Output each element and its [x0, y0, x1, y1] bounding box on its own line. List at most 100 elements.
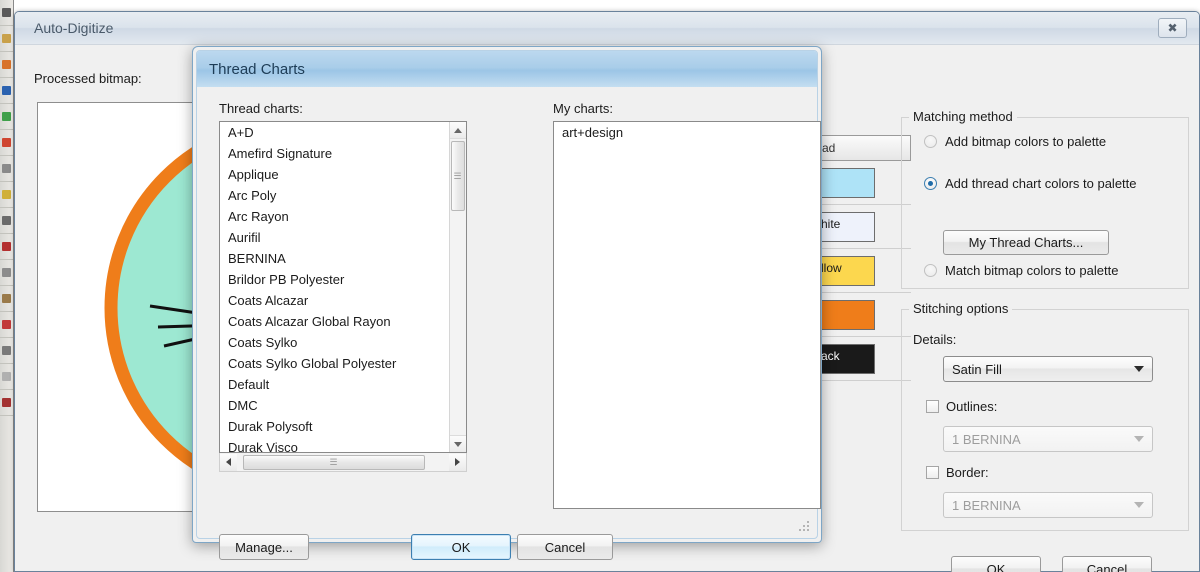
- palette-row[interactable]: llow: [815, 249, 911, 293]
- toolbar-icon[interactable]: [0, 52, 13, 78]
- list-item[interactable]: Amefird Signature: [220, 143, 466, 164]
- list-item[interactable]: Arc Rayon: [220, 206, 466, 227]
- color-swatch[interactable]: [819, 167, 875, 198]
- dialog-title: Thread Charts: [209, 60, 305, 78]
- color-palette: ad hite llow ack: [815, 135, 911, 381]
- toolbar-icon[interactable]: [0, 26, 13, 52]
- radio-label: Add bitmap colors to palette: [945, 134, 1107, 149]
- list-item[interactable]: BERNINA: [220, 248, 466, 269]
- chevron-down-icon[interactable]: [1134, 502, 1144, 508]
- list-item[interactable]: Brildor PB Polyester: [220, 269, 466, 290]
- palette-row[interactable]: [815, 293, 911, 337]
- border-checkbox-row[interactable]: Border:: [926, 465, 989, 480]
- list-item[interactable]: Coats Alcazar: [220, 290, 466, 311]
- scroll-left-icon[interactable]: [220, 453, 237, 471]
- list-item[interactable]: Coats Sylko: [220, 332, 466, 353]
- list-item[interactable]: Applique: [220, 164, 466, 185]
- radio-add-bitmap-colors[interactable]: Add bitmap colors to palette: [924, 134, 1106, 149]
- window-title: Auto-Digitize: [34, 20, 114, 36]
- radio-icon[interactable]: [924, 135, 937, 148]
- toolbar-icon[interactable]: [0, 260, 13, 286]
- thread-charts-cancel-button[interactable]: Cancel: [517, 534, 613, 560]
- horizontal-scrollbar[interactable]: ☰: [219, 453, 467, 472]
- list-item[interactable]: Durak Visco: [220, 437, 466, 452]
- palette-row[interactable]: [815, 161, 911, 205]
- thread-charts-list[interactable]: A+D Amefird Signature Applique Arc Poly …: [219, 121, 467, 453]
- border-value: 1 BERNINA: [952, 497, 1021, 513]
- outlines-label: Outlines:: [946, 399, 998, 414]
- toolbar-icon[interactable]: [0, 78, 13, 104]
- list-item[interactable]: DMC: [220, 395, 466, 416]
- toolbar-icon[interactable]: [0, 234, 13, 260]
- radio-label: Add thread chart colors to palette: [945, 176, 1137, 191]
- chevron-down-icon[interactable]: [1134, 366, 1144, 372]
- radio-match-bitmap-colors[interactable]: Match bitmap colors to palette: [924, 263, 1118, 278]
- checkbox-icon[interactable]: [926, 466, 939, 479]
- my-charts-label: My charts:: [553, 101, 613, 116]
- list-item[interactable]: Coats Sylko Global Polyester: [220, 353, 466, 374]
- list-item[interactable]: Aurifil: [220, 227, 466, 248]
- outlines-value: 1 BERNINA: [952, 431, 1021, 447]
- scroll-up-icon[interactable]: [450, 122, 466, 139]
- details-value: Satin Fill: [952, 361, 1002, 377]
- thread-charts-ok-button[interactable]: OK: [411, 534, 511, 560]
- auto-digitize-ok-button[interactable]: OK: [951, 556, 1041, 572]
- palette-row[interactable]: ack: [815, 337, 911, 381]
- resize-grip-icon[interactable]: [799, 521, 811, 533]
- toolbar-icon[interactable]: [0, 0, 13, 26]
- color-name: llow: [821, 261, 842, 275]
- border-label: Border:: [946, 465, 989, 480]
- app-toolbar-strip: [0, 0, 14, 572]
- close-icon[interactable]: ✖: [1158, 18, 1187, 38]
- auto-digitize-titlebar: Auto-Digitize ✖: [15, 12, 1199, 45]
- checkbox-icon[interactable]: [926, 400, 939, 413]
- toolbar-icon[interactable]: [0, 130, 13, 156]
- manage-button[interactable]: Manage...: [219, 534, 309, 560]
- auto-digitize-cancel-button[interactable]: Cancel: [1062, 556, 1152, 572]
- matching-method-group: Matching method Add bitmap colors to pal…: [901, 109, 1189, 289]
- list-item[interactable]: A+D: [220, 122, 466, 143]
- list-item[interactable]: Arc Poly: [220, 185, 466, 206]
- scrollbar-thumb[interactable]: ☰: [243, 454, 425, 470]
- radio-icon[interactable]: [924, 264, 937, 277]
- color-swatch[interactable]: [819, 299, 875, 330]
- toolbar-icon[interactable]: [0, 208, 13, 234]
- toolbar-icon[interactable]: [0, 390, 13, 416]
- my-charts-list[interactable]: art+design: [553, 121, 821, 509]
- scrollbar-thumb[interactable]: ☰: [451, 141, 465, 211]
- toolbar-icon[interactable]: [0, 286, 13, 312]
- radio-icon[interactable]: [924, 177, 937, 190]
- list-item[interactable]: Durak Polysoft: [220, 416, 466, 437]
- chevron-down-icon[interactable]: [1134, 436, 1144, 442]
- radio-label: Match bitmap colors to palette: [945, 263, 1119, 278]
- scroll-right-icon[interactable]: [449, 453, 466, 471]
- color-name: ack: [821, 349, 840, 363]
- scroll-down-icon[interactable]: [450, 435, 466, 452]
- scrollbar-track[interactable]: ☰: [237, 454, 449, 471]
- thread-charts-dialog: Thread Charts Thread charts: My charts: …: [192, 46, 822, 560]
- toolbar-icon[interactable]: [0, 312, 13, 338]
- toolbar-icon[interactable]: [0, 182, 13, 208]
- toolbar-icon[interactable]: [0, 156, 13, 182]
- toolbar-icon[interactable]: [0, 338, 13, 364]
- border-dropdown[interactable]: 1 BERNINA: [943, 492, 1153, 518]
- color-name: hite: [821, 217, 841, 231]
- outlines-checkbox-row[interactable]: Outlines:: [926, 399, 997, 414]
- details-dropdown[interactable]: Satin Fill: [943, 356, 1153, 382]
- matching-method-title: Matching method: [909, 109, 1017, 124]
- palette-row[interactable]: hite: [815, 205, 911, 249]
- radio-add-thread-chart-colors[interactable]: Add thread chart colors to palette: [924, 176, 1137, 191]
- toolbar-icon[interactable]: [0, 364, 13, 390]
- stitching-options-title: Stitching options: [909, 301, 1013, 316]
- vertical-scrollbar[interactable]: ☰: [449, 122, 466, 452]
- details-label: Details:: [913, 332, 957, 347]
- toolbar-icon[interactable]: [0, 104, 13, 130]
- thread-charts-label: Thread charts:: [219, 101, 303, 116]
- list-item[interactable]: art+design: [554, 122, 820, 143]
- my-thread-charts-button[interactable]: My Thread Charts...: [943, 230, 1109, 255]
- list-item[interactable]: Default: [220, 374, 466, 395]
- stitching-options-group: Stitching options Details: Satin Fill Ou…: [901, 301, 1189, 531]
- outlines-dropdown[interactable]: 1 BERNINA: [943, 426, 1153, 452]
- processed-bitmap-label: Processed bitmap:: [34, 71, 142, 86]
- list-item[interactable]: Coats Alcazar Global Rayon: [220, 311, 466, 332]
